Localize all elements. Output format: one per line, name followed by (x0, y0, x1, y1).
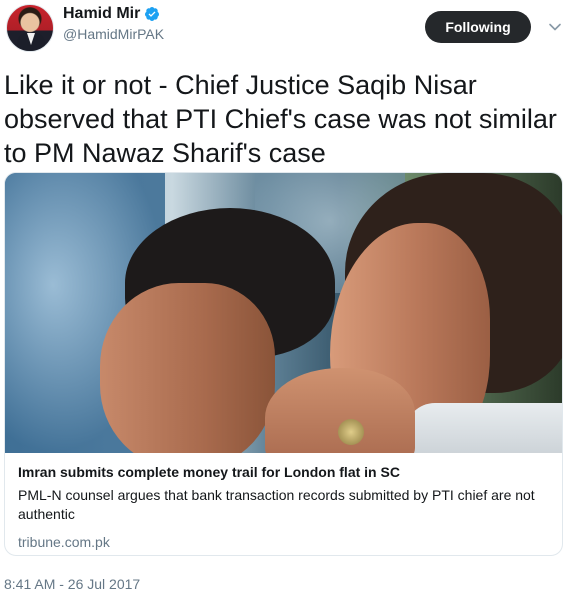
image-collar (405, 403, 562, 453)
link-card[interactable]: Imran submits complete money trail for L… (4, 172, 563, 556)
tweet-header: Hamid Mir @HamidMirPAK Following (0, 0, 568, 60)
card-description: PML-N counsel argues that bank transacti… (18, 487, 535, 522)
card-title[interactable]: Imran submits complete money trail for L… (18, 463, 549, 481)
author-block[interactable]: Hamid Mir @HamidMirPAK (63, 5, 164, 42)
image-ring (338, 419, 364, 445)
verified-badge-icon (145, 7, 160, 21)
author-handle[interactable]: @HamidMirPAK (63, 26, 164, 42)
avatar[interactable] (6, 4, 54, 52)
author-name-row[interactable]: Hamid Mir (63, 5, 160, 23)
chevron-down-icon[interactable] (548, 20, 562, 34)
card-image[interactable] (5, 173, 562, 453)
following-button[interactable]: Following (425, 11, 531, 43)
author-display-name[interactable]: Hamid Mir (63, 5, 140, 23)
tweet-timestamp[interactable]: 8:41 AM - 26 Jul 2017 (4, 576, 140, 592)
card-body[interactable]: Imran submits complete money trail for L… (5, 453, 562, 550)
image-person-left-face (100, 283, 275, 453)
tweet-text: Like it or not - Chief Justice Saqib Nis… (4, 70, 557, 168)
card-domain: tribune.com.pk (18, 534, 110, 550)
